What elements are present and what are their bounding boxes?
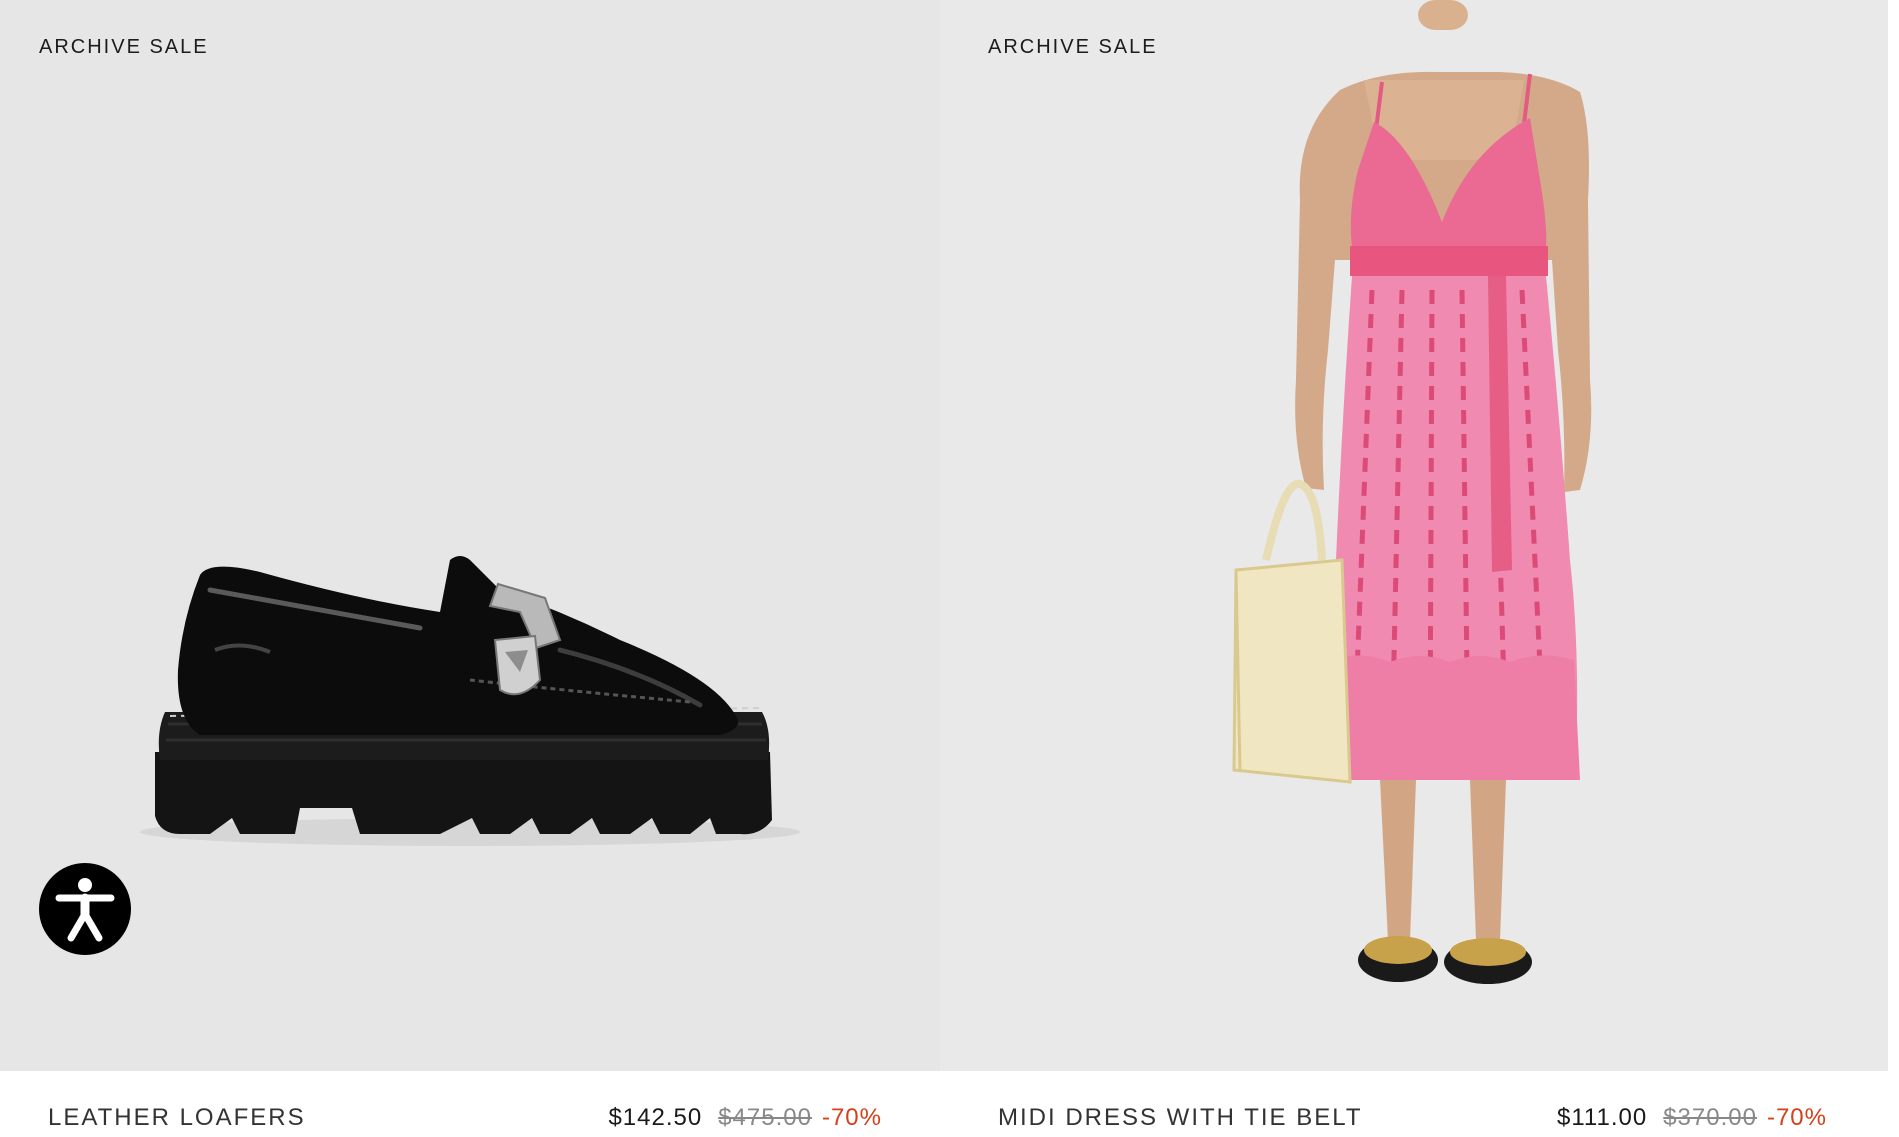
sale-price: $142.50 [608, 1104, 703, 1131]
product-grid: ARCHIVE SALE LEATHER LOAFERS $142.50 $475… [0, 0, 1899, 1137]
archive-sale-badge: ARCHIVE SALE [39, 36, 209, 58]
product-card-leather-loafers[interactable]: ARCHIVE SALE LEATHER LOAFERS $142.50 $475… [0, 0, 940, 1137]
sale-price: $111.00 [1557, 1104, 1648, 1131]
price-group: $111.00 $370.00 -70% [1557, 1104, 1827, 1132]
loafer-illustration [140, 556, 800, 846]
page-gutter [1888, 0, 1899, 1137]
accessibility-button[interactable] [39, 863, 131, 955]
product-image[interactable]: ARCHIVE SALE [940, 0, 1888, 1071]
dress-model-illustration [1232, 0, 1592, 984]
accessibility-icon [55, 878, 115, 942]
product-name[interactable]: MIDI DRESS WITH TIE BELT [998, 1104, 1362, 1132]
original-price: $475.00 [718, 1104, 812, 1131]
archive-sale-badge: ARCHIVE SALE [988, 36, 1158, 58]
price-group: $142.50 $475.00 -70% [608, 1104, 882, 1132]
product-name[interactable]: LEATHER LOAFERS [48, 1104, 306, 1132]
product-card-midi-dress[interactable]: ARCHIVE SALE MIDI DRESS WITH TIE BELT $1… [940, 0, 1888, 1137]
original-price: $370.00 [1663, 1104, 1757, 1131]
product-info: MIDI DRESS WITH TIE BELT $111.00 $370.00-… [940, 1071, 1888, 1137]
product-image[interactable]: ARCHIVE SALE [0, 0, 940, 1071]
discount-badge: -70% [821, 1104, 882, 1131]
product-info: LEATHER LOAFERS $142.50 $475.00 -70% [0, 1071, 940, 1137]
discount-badge: -70% [1766, 1104, 1827, 1131]
